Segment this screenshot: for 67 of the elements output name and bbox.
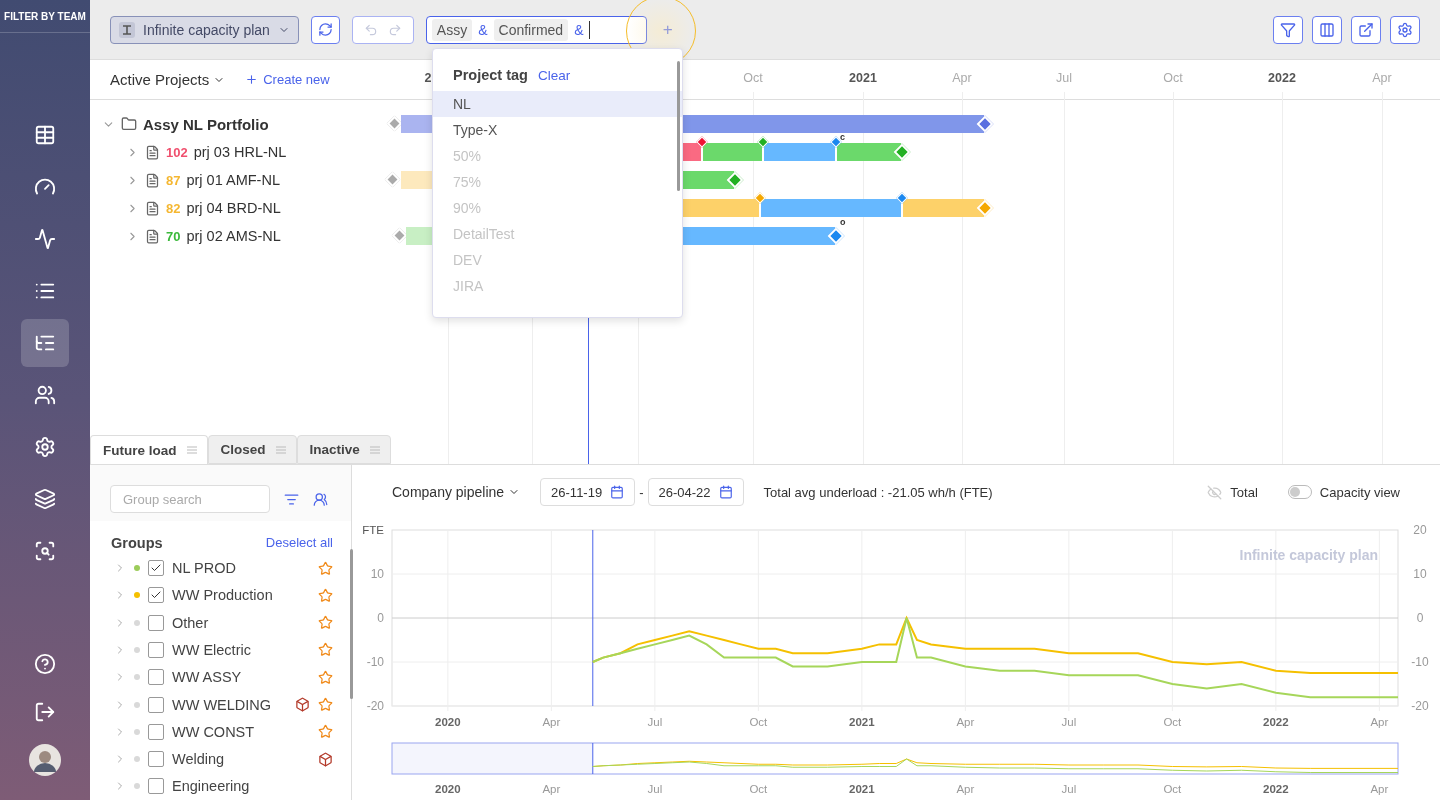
y-axis-label: FTE bbox=[362, 524, 384, 537]
x-tick-label: Jul bbox=[1061, 716, 1077, 729]
timeline-label: Oct bbox=[1163, 71, 1183, 85]
filter-operator: & bbox=[574, 21, 584, 38]
x-tick-label: Oct bbox=[749, 782, 768, 795]
groups-heading: Groups bbox=[111, 534, 163, 551]
x-tick-label: 2022 bbox=[1263, 716, 1289, 729]
group-name: WW ASSY bbox=[172, 669, 243, 686]
y-tick-label: -10 bbox=[1411, 655, 1429, 670]
project-name: prj 02 AMS-NL bbox=[186, 228, 281, 244]
plan-label: Infinite capacity plan bbox=[1239, 547, 1378, 564]
date-separator: - bbox=[639, 484, 644, 500]
x-tick-label: 2020 bbox=[435, 782, 461, 795]
timeline-label: Apr bbox=[952, 71, 972, 85]
group-name: WW CONST bbox=[172, 723, 256, 740]
project-name: prj 04 BRD-NL bbox=[186, 200, 281, 216]
x-tick-label: 2021 bbox=[849, 716, 875, 729]
x-tick-label: Apr bbox=[542, 782, 561, 795]
group-name: Engineering bbox=[172, 778, 251, 795]
x-tick-label: Apr bbox=[956, 716, 975, 729]
x-tick-label: 2021 bbox=[849, 782, 875, 795]
y-tick-label: 0 bbox=[1416, 611, 1424, 626]
group-name: WW Production bbox=[172, 587, 274, 604]
y-tick-label: 0 bbox=[377, 611, 384, 626]
y-tick-label: 20 bbox=[1413, 523, 1427, 538]
y-tick-label: 10 bbox=[1413, 567, 1427, 582]
project-score: 70 bbox=[166, 228, 181, 244]
timeline-label: 2021 bbox=[849, 71, 877, 85]
x-tick-label: 2022 bbox=[1263, 782, 1289, 795]
timeline-label: Oct bbox=[743, 71, 763, 85]
project-name: prj 03 HRL-NL bbox=[193, 144, 287, 160]
summary-text: Total avg underload : -21.05 wh/h (FTE) bbox=[763, 484, 993, 500]
x-tick-label: Oct bbox=[749, 716, 768, 729]
x-tick-label: Jul bbox=[647, 716, 663, 729]
timeline-label: 2 bbox=[424, 71, 432, 85]
filter-operator: & bbox=[478, 21, 488, 38]
group-name: Welding bbox=[172, 751, 226, 768]
x-tick-label: Oct bbox=[1163, 716, 1182, 729]
y-tick-label: -10 bbox=[366, 655, 384, 670]
x-tick-label: Apr bbox=[1370, 716, 1389, 729]
project-score: 82 bbox=[166, 200, 181, 216]
x-tick-label: Oct bbox=[1163, 782, 1182, 795]
filter-tag: Assy bbox=[431, 18, 473, 41]
timeline-label: Apr bbox=[1372, 71, 1392, 85]
x-tick-label: Apr bbox=[1370, 782, 1389, 795]
x-tick-label: Jul bbox=[1061, 782, 1077, 795]
project-score: 87 bbox=[166, 172, 181, 188]
group-name: WW Electric bbox=[172, 641, 252, 658]
group-name: NL PROD bbox=[172, 560, 237, 577]
group-name: Other bbox=[172, 614, 210, 631]
x-tick-label: Jul bbox=[647, 782, 663, 795]
x-tick-label: Apr bbox=[956, 782, 975, 795]
y-tick-label: -20 bbox=[1411, 699, 1429, 714]
x-tick-label: 2020 bbox=[435, 716, 461, 729]
x-tick-label: Apr bbox=[542, 716, 561, 729]
project-score: 102 bbox=[166, 144, 188, 160]
dropdown-title: Project tag bbox=[453, 67, 528, 83]
filter-tag: Confirmed bbox=[493, 18, 569, 41]
project-name: prj 01 AMF-NL bbox=[186, 172, 280, 188]
milestone-label: o bbox=[840, 217, 846, 227]
portfolio-name: Assy NL Portfolio bbox=[143, 115, 269, 133]
timeline-label: 2022 bbox=[1268, 71, 1296, 85]
timeline-label: Jul bbox=[1056, 71, 1072, 85]
group-name: WW WELDING bbox=[172, 696, 273, 713]
y-tick-label: -20 bbox=[366, 699, 384, 714]
y-tick-label: 10 bbox=[370, 567, 384, 582]
milestone-label: c bbox=[840, 132, 845, 142]
